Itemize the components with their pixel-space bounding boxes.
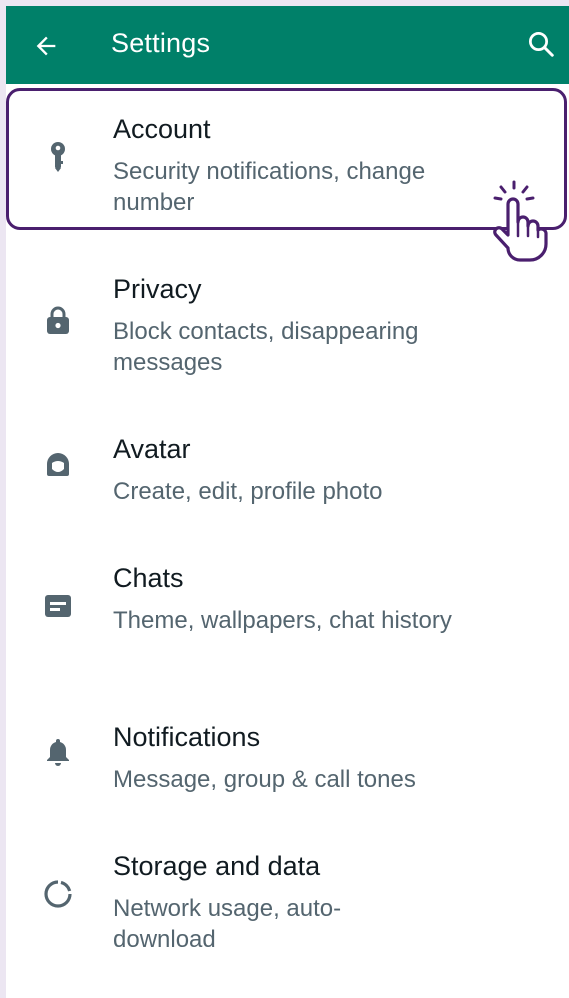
settings-item-subtitle: Network usage, auto-download (113, 895, 342, 953)
avatar-icon (42, 448, 74, 480)
chat-icon (42, 591, 74, 623)
page-title: Settings (111, 28, 211, 58)
settings-item-label: Avatar (113, 434, 191, 464)
settings-screen: Settings Account Security notifications,… (6, 6, 569, 998)
settings-item-storage[interactable]: Storage and data Network usage, auto-dow… (6, 821, 569, 971)
settings-item-notifications[interactable]: Notifications Message, group & call tone… (6, 692, 569, 812)
settings-item-subtitle: Create, edit, profile photo (113, 478, 383, 505)
back-button[interactable] (26, 26, 66, 66)
settings-item-subtitle: Security notifications, change number (113, 158, 426, 216)
settings-item-label: Notifications (113, 722, 261, 752)
tap-hand-icon (493, 180, 548, 262)
bell-icon (42, 736, 74, 768)
storage-icon (42, 878, 74, 910)
search-button[interactable] (521, 24, 561, 64)
settings-item-privacy[interactable]: Privacy Block contacts, disappearing mes… (6, 244, 569, 394)
settings-item-avatar[interactable]: Avatar Create, edit, profile photo (6, 404, 569, 524)
settings-item-subtitle: Theme, wallpapers, chat history (113, 607, 452, 634)
settings-item-label: Account (113, 114, 211, 144)
settings-item-subtitle: Message, group & call tones (113, 766, 416, 793)
app-bar: Settings (6, 6, 569, 84)
settings-item-chats[interactable]: Chats Theme, wallpapers, chat history (6, 533, 569, 683)
lock-icon (42, 304, 74, 336)
settings-item-subtitle: Block contacts, disappearing messages (113, 318, 419, 376)
settings-item-label: Privacy (113, 274, 202, 304)
search-icon (529, 32, 554, 57)
settings-item-label: Chats (113, 563, 184, 593)
arrow-left-icon (36, 36, 56, 56)
key-icon (42, 142, 74, 174)
settings-item-label: Storage and data (113, 851, 321, 881)
